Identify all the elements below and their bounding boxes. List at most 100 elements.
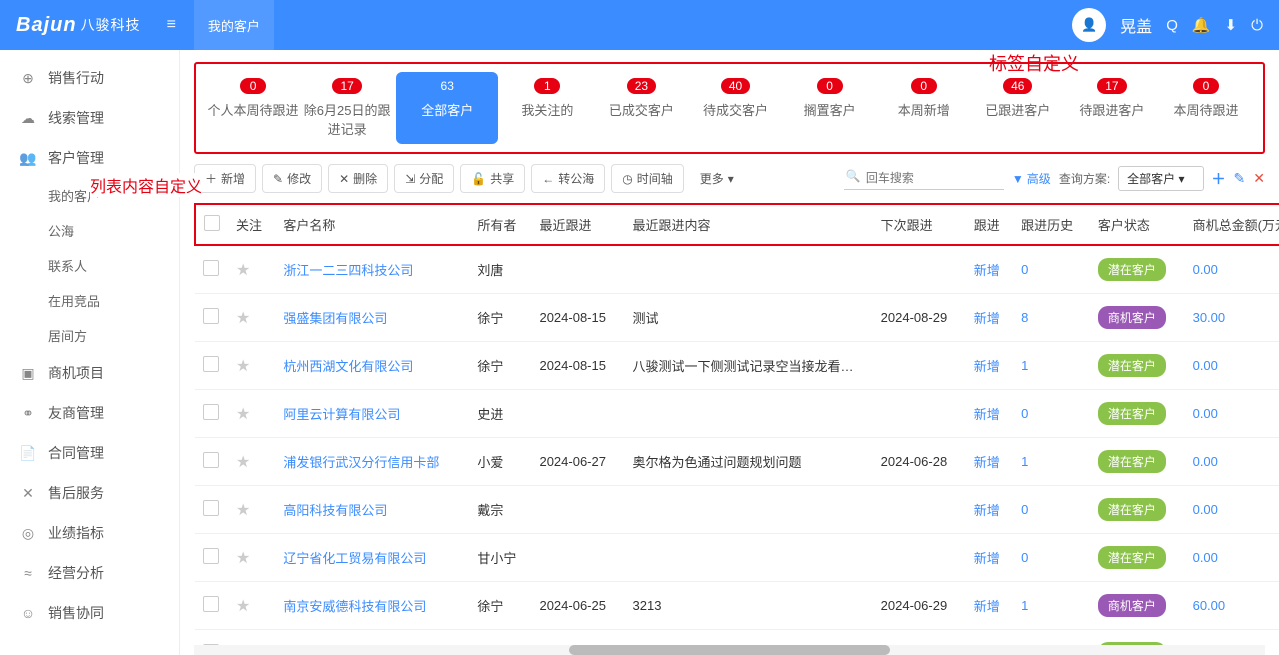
col-header-9[interactable]: 商机总金额(万元) xyxy=(1185,204,1279,245)
sidebar-sub-sea[interactable]: 公海 xyxy=(0,213,179,248)
follow-link[interactable]: 新增 xyxy=(974,551,1000,566)
avatar[interactable]: 👤 xyxy=(1072,8,1106,42)
star-icon[interactable]: ★ xyxy=(236,262,250,279)
filter-tab-6[interactable]: 0搁置客户 xyxy=(783,78,877,138)
to-sea-button[interactable]: ← 转公海 xyxy=(531,164,605,193)
star-icon[interactable]: ★ xyxy=(236,358,250,375)
follow-link[interactable]: 新增 xyxy=(974,263,1000,278)
customer-name-link[interactable]: 辽宁省化工贸易有限公司 xyxy=(283,551,426,566)
history-link[interactable]: 0 xyxy=(1021,262,1028,277)
scheme-select[interactable]: 全部客户 ▾ xyxy=(1118,166,1203,191)
filter-tab-0[interactable]: 0个人本周待跟进 xyxy=(206,78,300,138)
sidebar-item-contract[interactable]: 📄合同管理 xyxy=(0,433,179,473)
row-checkbox[interactable] xyxy=(203,548,219,564)
select-all-checkbox[interactable] xyxy=(204,215,220,231)
amount-link[interactable]: 30.00 xyxy=(1193,310,1226,325)
col-header-4[interactable]: 最近跟进内容 xyxy=(625,204,873,245)
add-button[interactable]: ＋ 新增 xyxy=(194,164,256,193)
top-menu-my-customers[interactable]: 我的客户 xyxy=(194,0,274,50)
filter-tab-2[interactable]: 63全部客户 xyxy=(396,72,498,144)
bell-icon[interactable]: 🔔 xyxy=(1192,16,1211,34)
scheme-delete-icon[interactable]: ✕ xyxy=(1253,170,1265,187)
customer-name-link[interactable]: 高阳科技有限公司 xyxy=(283,503,387,518)
history-link[interactable]: 1 xyxy=(1021,358,1028,373)
row-checkbox[interactable] xyxy=(203,404,219,420)
follow-link[interactable]: 新增 xyxy=(974,455,1000,470)
row-checkbox[interactable] xyxy=(203,260,219,276)
col-header-5[interactable]: 下次跟进 xyxy=(873,204,966,245)
amount-link[interactable]: 60.00 xyxy=(1193,598,1226,613)
col-header-6[interactable]: 跟进 xyxy=(966,204,1013,245)
amount-link[interactable]: 0.00 xyxy=(1193,454,1218,469)
sidebar-item-opportunity[interactable]: ▣商机项目 xyxy=(0,353,179,393)
star-icon[interactable]: ★ xyxy=(236,454,250,471)
row-checkbox[interactable] xyxy=(203,308,219,324)
sidebar-item-sales-action[interactable]: ⊕销售行动 xyxy=(0,58,179,98)
power-icon[interactable]: ⏻ xyxy=(1251,17,1263,34)
history-link[interactable]: 1 xyxy=(1021,454,1028,469)
sidebar-item-leads[interactable]: ☁线索管理 xyxy=(0,98,179,138)
star-icon[interactable]: ★ xyxy=(236,598,250,615)
sidebar-item-service[interactable]: ✕售后服务 xyxy=(0,473,179,513)
col-header-0[interactable]: 关注 xyxy=(228,204,275,245)
history-link[interactable]: 0 xyxy=(1021,550,1028,565)
filter-tab-1[interactable]: 17除6月25日的跟进记录 xyxy=(300,78,394,138)
customer-name-link[interactable]: 南京安威德科技有限公司 xyxy=(283,599,426,614)
follow-link[interactable]: 新增 xyxy=(974,599,1000,614)
col-header-8[interactable]: 客户状态 xyxy=(1090,204,1185,245)
filter-tab-4[interactable]: 23已成交客户 xyxy=(594,78,688,138)
download-icon[interactable]: ⬇ xyxy=(1225,16,1238,34)
search-icon[interactable]: Q xyxy=(1166,17,1178,34)
follow-link[interactable]: 新增 xyxy=(974,407,1000,422)
customer-name-link[interactable]: 浦发银行武汉分行信用卡部 xyxy=(283,455,439,470)
assign-button[interactable]: ⇲ 分配 xyxy=(394,164,454,193)
follow-link[interactable]: 新增 xyxy=(974,503,1000,518)
search-input[interactable] xyxy=(844,167,1004,190)
delete-button[interactable]: ✕ 删除 xyxy=(328,164,388,193)
customer-name-link[interactable]: 阿里云计算有限公司 xyxy=(283,407,400,422)
more-button[interactable]: 更多 ▾ xyxy=(690,165,744,192)
hamburger-icon[interactable]: ≡ xyxy=(167,16,176,34)
history-link[interactable]: 1 xyxy=(1021,598,1028,613)
amount-link[interactable]: 0.00 xyxy=(1193,262,1218,277)
amount-link[interactable]: 0.00 xyxy=(1193,502,1218,517)
star-icon[interactable]: ★ xyxy=(236,406,250,423)
horizontal-scrollbar[interactable] xyxy=(194,645,1265,655)
sidebar-sub-contacts[interactable]: 联系人 xyxy=(0,248,179,283)
col-header-7[interactable]: 跟进历史 xyxy=(1013,204,1090,245)
sidebar-sub-intermediary[interactable]: 居间方 xyxy=(0,318,179,353)
star-icon[interactable]: ★ xyxy=(236,502,250,519)
timeline-button[interactable]: ◷ 时间轴 xyxy=(611,164,684,193)
col-header-2[interactable]: 所有者 xyxy=(469,204,531,245)
customer-name-link[interactable]: 浙江一二三四科技公司 xyxy=(283,263,413,278)
filter-tab-7[interactable]: 0本周新增 xyxy=(877,78,971,138)
customer-name-link[interactable]: 强盛集团有限公司 xyxy=(283,311,387,326)
amount-link[interactable]: 0.00 xyxy=(1193,406,1218,421)
scheme-edit-icon[interactable]: ✎ xyxy=(1234,170,1246,187)
sidebar-item-customers[interactable]: 👥客户管理 xyxy=(0,138,179,178)
sidebar-item-collab[interactable]: ☺销售协同 xyxy=(0,593,179,633)
row-checkbox[interactable] xyxy=(203,596,219,612)
advanced-filter[interactable]: ▼高级 xyxy=(1012,170,1051,187)
history-link[interactable]: 0 xyxy=(1021,406,1028,421)
col-header-1[interactable]: 客户名称 xyxy=(275,204,469,245)
col-header-3[interactable]: 最近跟进 xyxy=(531,204,624,245)
amount-link[interactable]: 0.00 xyxy=(1193,550,1218,565)
filter-tab-3[interactable]: 1我关注的 xyxy=(500,78,594,138)
sidebar-item-analysis[interactable]: ≈经营分析 xyxy=(0,553,179,593)
share-button[interactable]: 🔓 共享 xyxy=(460,164,525,193)
sidebar-item-partner[interactable]: ⚭友商管理 xyxy=(0,393,179,433)
username[interactable]: 晃盖 xyxy=(1120,13,1152,37)
amount-link[interactable]: 0.00 xyxy=(1193,358,1218,373)
sidebar-item-kpi[interactable]: ◎业绩指标 xyxy=(0,513,179,553)
sidebar-sub-competitors[interactable]: 在用竞品 xyxy=(0,283,179,318)
follow-link[interactable]: 新增 xyxy=(974,311,1000,326)
customer-name-link[interactable]: 杭州西湖文化有限公司 xyxy=(283,359,413,374)
star-icon[interactable]: ★ xyxy=(236,310,250,327)
edit-button[interactable]: ✎ 修改 xyxy=(262,164,322,193)
row-checkbox[interactable] xyxy=(203,356,219,372)
history-link[interactable]: 0 xyxy=(1021,502,1028,517)
filter-tab-8[interactable]: 46已跟进客户 xyxy=(971,78,1065,138)
filter-tab-5[interactable]: 40待成交客户 xyxy=(688,78,782,138)
row-checkbox[interactable] xyxy=(203,500,219,516)
